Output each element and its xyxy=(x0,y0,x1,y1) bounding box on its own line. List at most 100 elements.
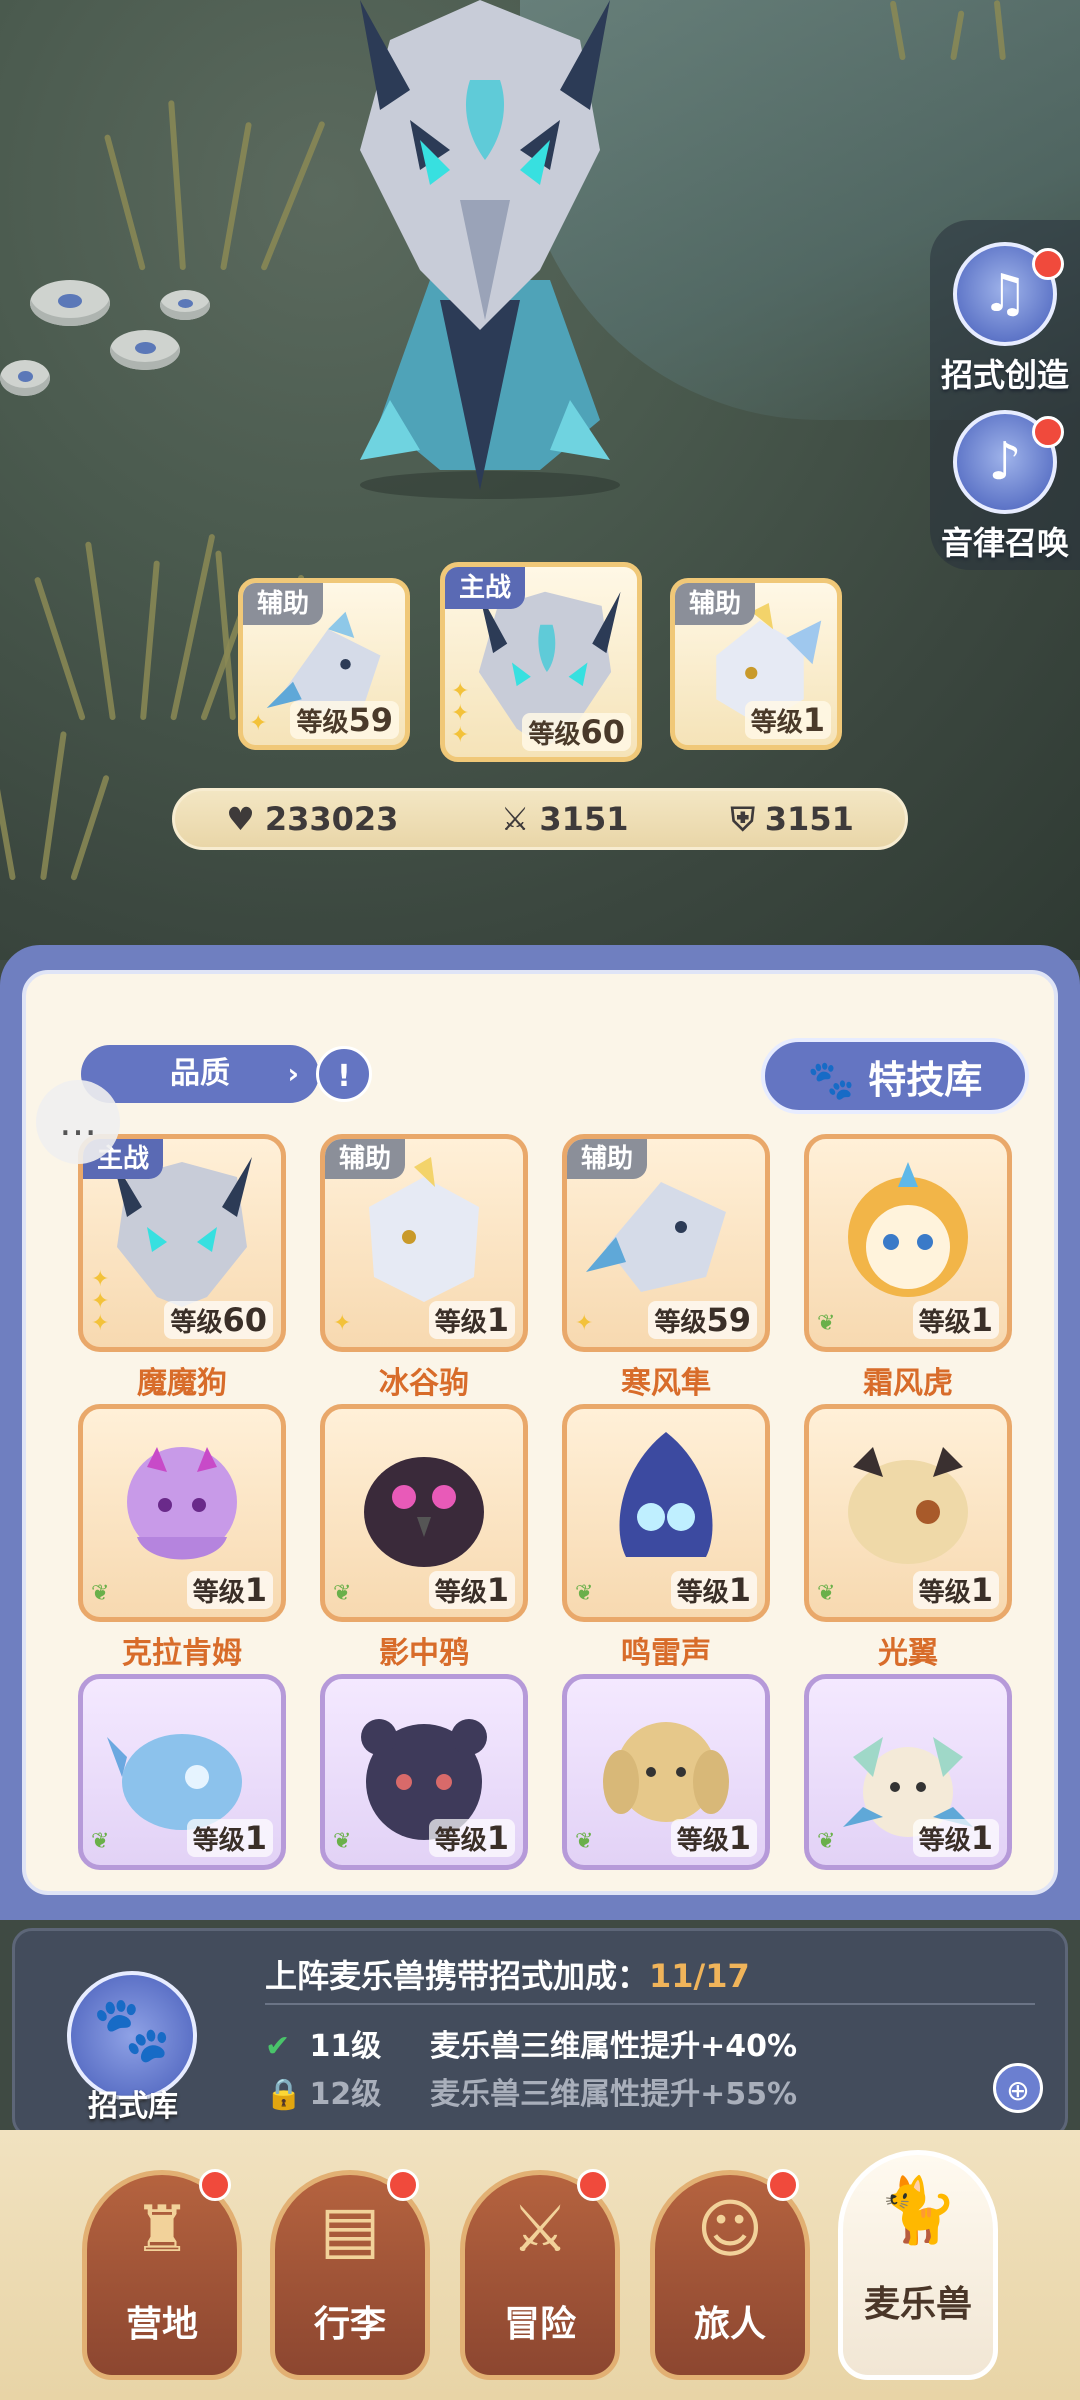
stone-decoration xyxy=(30,280,110,326)
level-badge: 等级1 xyxy=(912,1571,999,1609)
traveler-icon: ☺ xyxy=(696,2193,764,2267)
pet-name: 冰谷驹 xyxy=(379,1366,469,1401)
pet-card[interactable]: ❦ 等级1 xyxy=(562,1404,770,1622)
pet-card[interactable]: 辅助 ✦ 等级59 xyxy=(562,1134,770,1352)
level-badge: 等级60 xyxy=(522,713,631,751)
bonus-progress: 11/17 xyxy=(649,1957,750,1995)
attack-stat: ⚔ 3151 xyxy=(501,800,629,838)
star-rating: ✦ xyxy=(249,711,268,736)
bonus-row-text: 麦乐兽三维属性提升+40% xyxy=(430,2029,798,2064)
nav-tab-label: 行李 xyxy=(313,2304,386,2345)
bonus-row-level: 12级 xyxy=(309,2077,382,2112)
game-scene[interactable]: ♫ 招式创造 ♪ 音律召唤 辅助 ✦ 等级59 主战 ✦ ✦ ✦ 等级60 辅助… xyxy=(0,0,1080,960)
level-badge: 等级1 xyxy=(912,1819,999,1857)
bonus-row-level: 11级 xyxy=(309,2029,382,2064)
move-library-label: 招式库 xyxy=(88,2089,178,2124)
skill-library-button[interactable]: 🐾 特技库 xyxy=(761,1038,1029,1114)
pet-card[interactable]: ❦ 等级1 xyxy=(320,1404,528,1622)
pet-name: 影中鸦 xyxy=(379,1636,469,1671)
team-role-tag: 辅助 xyxy=(675,583,756,625)
notification-dot xyxy=(1032,416,1064,448)
team-slot-support-right[interactable]: 辅助 等级1 xyxy=(670,578,842,750)
notification-dot xyxy=(577,2169,609,2201)
level-badge: 等级1 xyxy=(670,1819,757,1857)
sprout-icon: ❦ xyxy=(817,1829,836,1854)
level-badge: 等级1 xyxy=(428,1819,515,1857)
grass-patch xyxy=(880,0,1080,61)
defense-value: 3151 xyxy=(764,800,854,838)
star-rating: ✦ ✦ ✦ xyxy=(451,679,470,748)
pet-card[interactable]: 辅助 ✦ 等级1 xyxy=(320,1134,528,1352)
star-rating: ✦ xyxy=(333,1311,352,1336)
bonus-row-locked: 🔒 12级 麦乐兽三维属性提升+55% xyxy=(265,2069,797,2113)
crossed-swords-icon: ⚔ xyxy=(500,800,530,838)
nav-tab-2[interactable]: ⚔ 冒险 xyxy=(460,2169,620,2380)
sprout-icon: ❦ xyxy=(91,1581,110,1606)
pet-card[interactable]: ❦ 等级1 xyxy=(78,1404,286,1622)
divider xyxy=(265,2003,1035,2005)
nav-tab-1[interactable]: ▤ 行李 xyxy=(270,2169,430,2380)
bonus-row-text: 麦乐兽三维属性提升+55% xyxy=(430,2077,798,2112)
sprout-icon: ❦ xyxy=(91,1829,110,1854)
pet-portrait-icon xyxy=(112,1157,252,1307)
pet-card[interactable]: ❦ 等级1 xyxy=(804,1674,1012,1870)
info-notebook-button[interactable]: ! xyxy=(316,1046,372,1102)
pet-portrait-icon xyxy=(619,1432,713,1557)
move-create-button[interactable]: ♫ 招式创造 xyxy=(930,242,1080,396)
pet-cat-icon: 🐈 xyxy=(878,2174,958,2248)
ice-dragon-character[interactable] xyxy=(320,0,640,500)
quality-filter-dropdown[interactable]: 品质 › xyxy=(81,1045,319,1103)
pet-card[interactable]: ❦ 等级1 xyxy=(804,1134,1012,1352)
team-role-tag: 辅助 xyxy=(243,583,324,625)
pet-collection-panel: 品质 › ! 🐾 特技库 主战 ✦ ✦ ✦ 等级60 魔魔狗 辅助 ✦ 等级1 冰谷驹 辅助 ✦ 等级5… xyxy=(0,945,1080,1920)
nav-tab-0[interactable]: ♜ 营地 xyxy=(82,2169,242,2380)
move-bonus-box: 🐾 招式库 上阵麦乐兽携带招式加成：11/17 ✔ 11级 麦乐兽三维属性提升+… xyxy=(12,1928,1068,2138)
pet-portrait-icon xyxy=(848,1162,968,1297)
level-badge: 等级1 xyxy=(186,1571,273,1609)
notification-dot xyxy=(767,2169,799,2201)
skill-library-label: 特技库 xyxy=(868,1058,983,1102)
pet-collection-inner: 品质 › ! 🐾 特技库 主战 ✦ ✦ ✦ 等级60 魔魔狗 辅助 ✦ 等级1 冰谷驹 辅助 ✦ 等级5… xyxy=(22,970,1058,1895)
pet-card[interactable]: ❦ 等级1 xyxy=(320,1674,528,1870)
nav-tab-label: 麦乐兽 xyxy=(863,2284,972,2325)
chat-bubble-icon[interactable]: … xyxy=(36,1080,120,1164)
lock-icon: 🔒 xyxy=(265,2077,303,2112)
team-stats-bar: ♥ 233023 ⚔ 3151 ⛨ 3151 xyxy=(172,788,908,850)
notebook-icon: ! xyxy=(337,1059,351,1094)
pet-card[interactable]: 主战 ✦ ✦ ✦ 等级60 xyxy=(78,1134,286,1352)
melody-summon-button[interactable]: ♪ 音律召唤 xyxy=(930,410,1080,564)
nav-tab-label: 旅人 xyxy=(693,2304,766,2345)
pet-name: 魔魔狗 xyxy=(137,1366,227,1401)
pet-card[interactable]: ❦ 等级1 xyxy=(78,1674,286,1870)
hp-value: 233023 xyxy=(264,800,399,838)
pet-name: 克拉肯姆 xyxy=(122,1636,242,1671)
zoom-in-icon[interactable]: ⊕ xyxy=(993,2063,1043,2113)
grass-patch xyxy=(103,90,326,272)
nav-tab-3[interactable]: ☺ 旅人 xyxy=(650,2169,810,2380)
pet-name: 霜风虎 xyxy=(863,1366,953,1401)
pet-role-tag: 辅助 xyxy=(567,1139,648,1179)
team-slot-support-left[interactable]: 辅助 ✦ 等级59 xyxy=(238,578,410,750)
pet-portrait-icon xyxy=(127,1447,237,1560)
check-icon: ✔ xyxy=(265,2029,291,2064)
nav-tab-label: 冒险 xyxy=(503,2304,576,2345)
bonus-row-unlocked: ✔ 11级 麦乐兽三维属性提升+40% xyxy=(265,2021,797,2065)
nav-tab-4[interactable]: 🐈 麦乐兽 xyxy=(838,2150,998,2380)
pet-name: 鸣雷声 xyxy=(621,1636,711,1671)
bottom-navigation: ♜ 营地 ▤ 行李 ⚔ 冒险 ☺ 旅人 🐈 麦乐兽 xyxy=(0,2130,1080,2400)
level-badge: 等级1 xyxy=(912,1301,999,1339)
bonus-title: 上阵麦乐兽携带招式加成：11/17 xyxy=(265,1957,750,1995)
notification-dot xyxy=(387,2169,419,2201)
level-badge: 等级60 xyxy=(164,1301,273,1339)
team-slot-main[interactable]: 主战 ✦ ✦ ✦ 等级60 xyxy=(440,562,642,762)
crossed-swords-icon: ⚔ xyxy=(511,2193,569,2267)
star-rating: ✦ xyxy=(575,1311,594,1336)
sprout-icon: ❦ xyxy=(575,1829,594,1854)
pet-card[interactable]: ❦ 等级1 xyxy=(804,1404,1012,1622)
nav-tab-label: 营地 xyxy=(125,2304,198,2345)
level-badge: 等级1 xyxy=(744,701,831,739)
level-badge: 等级1 xyxy=(186,1819,273,1857)
notification-dot xyxy=(1032,248,1064,280)
pet-card[interactable]: ❦ 等级1 xyxy=(562,1674,770,1870)
level-badge: 等级1 xyxy=(428,1301,515,1339)
